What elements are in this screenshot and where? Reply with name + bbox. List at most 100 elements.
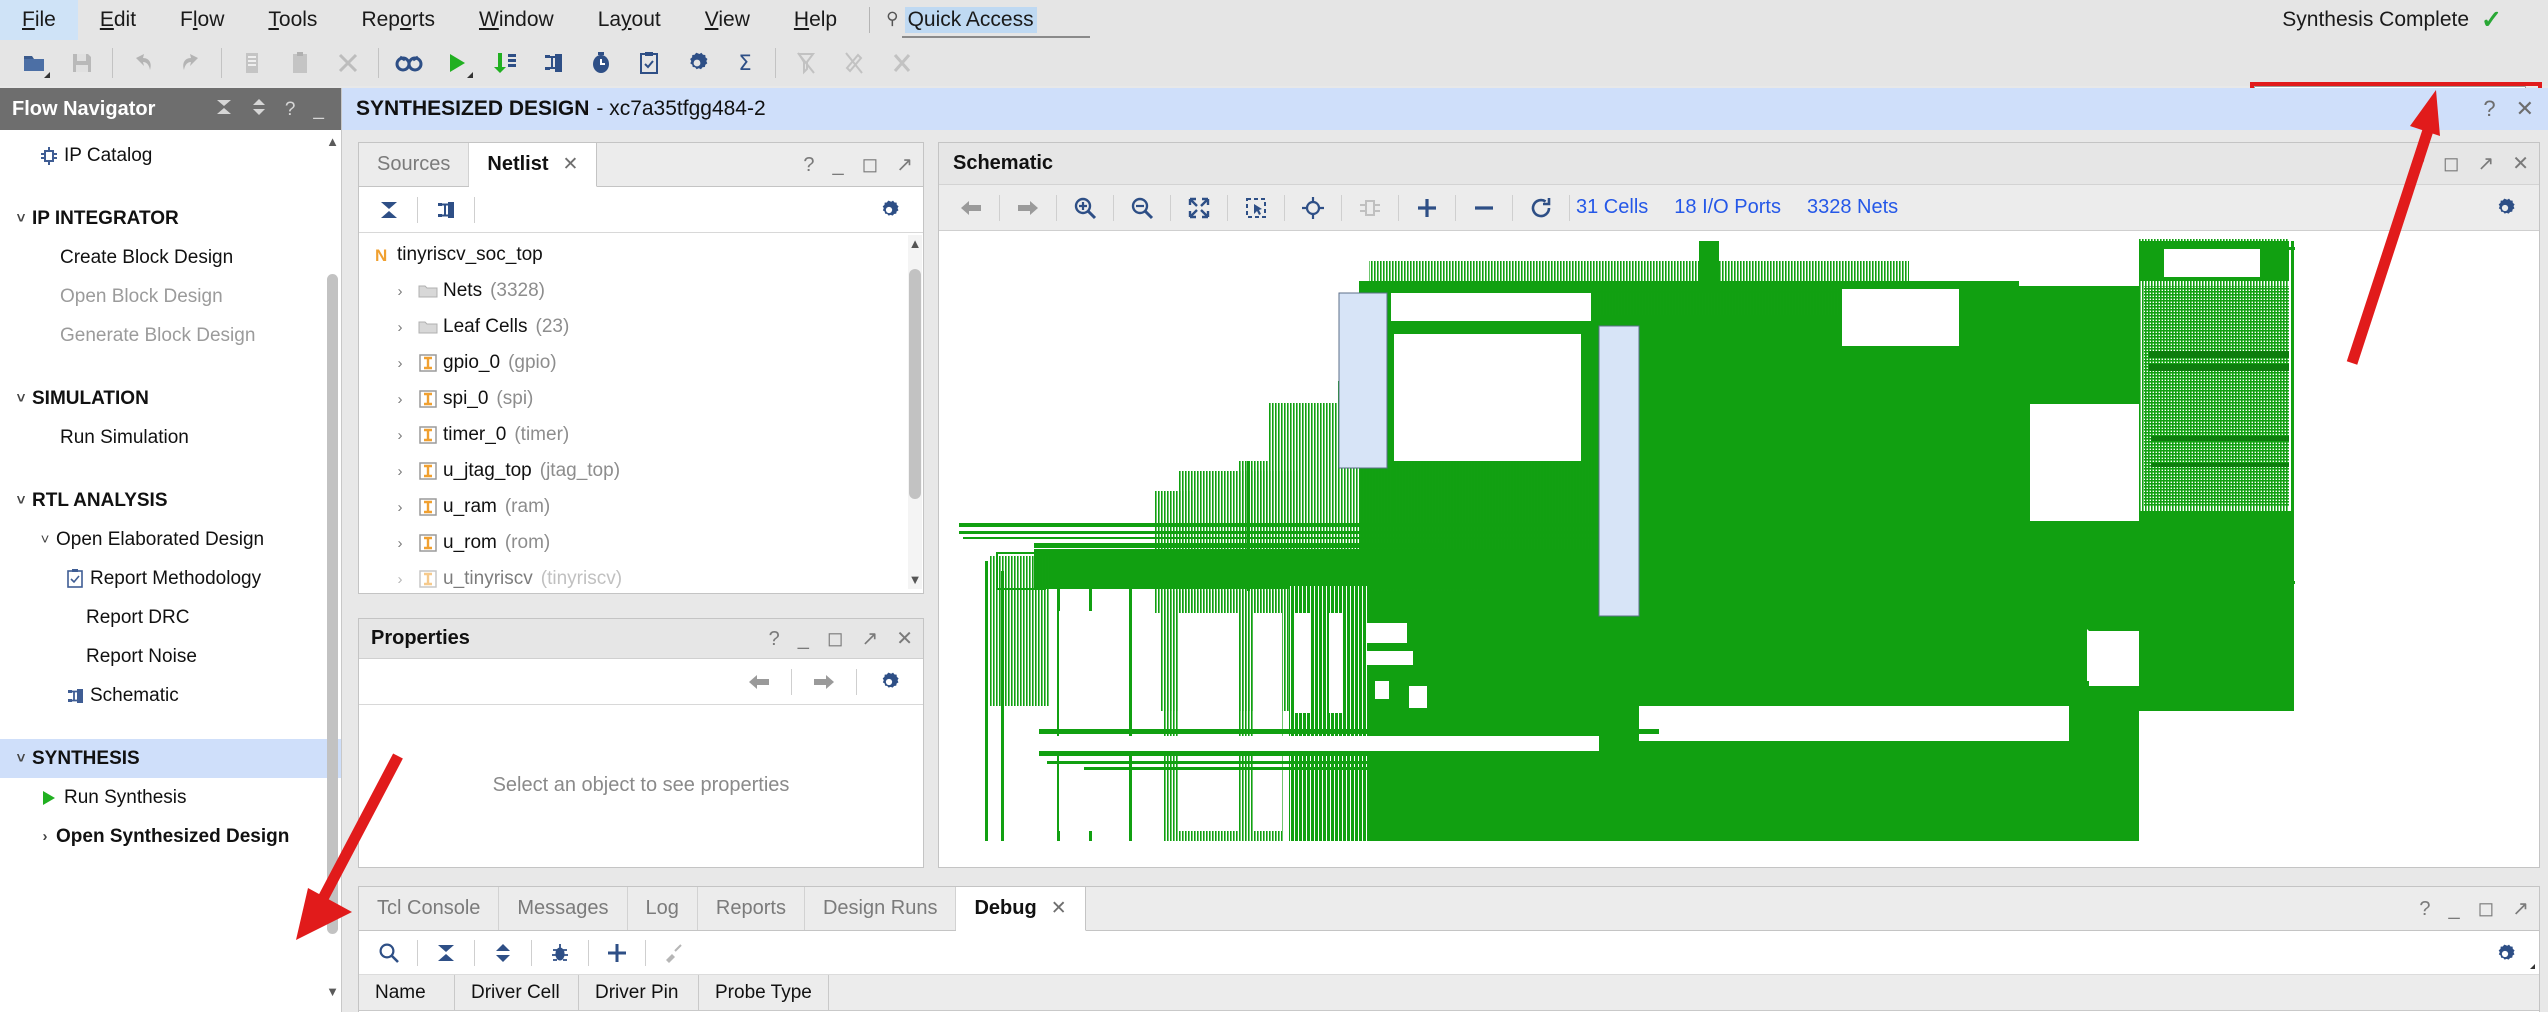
regenerate-icon[interactable] xyxy=(1519,188,1563,228)
chevron-right-icon[interactable]: › xyxy=(387,319,413,336)
scroll-thumb[interactable] xyxy=(909,269,921,499)
minimize-icon[interactable]: _ xyxy=(833,155,844,175)
schematic-stat-nets[interactable]: 3328 Nets xyxy=(1807,196,1898,219)
tree-item-top[interactable]: N tinyriscv_soc_top xyxy=(359,237,923,273)
sidebar-item-schematic[interactable]: Schematic xyxy=(0,676,341,715)
menu-window[interactable]: Window xyxy=(457,0,576,40)
settings-icon[interactable] xyxy=(2483,934,2527,974)
sidebar-item-report-methodology[interactable]: Report Methodology xyxy=(0,559,341,598)
menu-reports[interactable]: Reports xyxy=(339,0,457,40)
maximize-icon[interactable]: ◻ xyxy=(862,155,879,175)
collapse-all-icon[interactable] xyxy=(206,98,242,120)
scroll-up-icon[interactable]: ▲ xyxy=(908,235,922,253)
help-icon[interactable]: ? xyxy=(2414,154,2425,174)
chevron-right-icon[interactable]: › xyxy=(387,571,413,588)
zoom-fit-icon[interactable] xyxy=(1177,188,1221,228)
settings-icon[interactable] xyxy=(867,662,911,702)
chevron-down-icon[interactable]: ˅ xyxy=(10,210,32,227)
tab-log[interactable]: Log xyxy=(628,887,698,930)
settings-icon[interactable] xyxy=(673,41,721,85)
sidebar-section-ip-integrator[interactable]: ˅ IP INTEGRATOR xyxy=(0,199,341,238)
netlist-scrollbar[interactable]: ▲ ▼ xyxy=(908,235,922,589)
collapse-all-icon[interactable] xyxy=(424,933,468,973)
maximize-icon[interactable]: ◻ xyxy=(2478,899,2495,919)
close-icon[interactable]: ✕ xyxy=(2512,154,2529,174)
quick-access-input[interactable]: ⚲ Quick Access xyxy=(880,0,1091,40)
report-power-icon[interactable]: Σ xyxy=(721,41,769,85)
zoom-area-icon[interactable] xyxy=(1234,188,1278,228)
column-header-driver-cell[interactable]: Driver Cell xyxy=(455,975,579,1010)
minimize-icon[interactable]: _ xyxy=(304,100,333,119)
sidebar-item-report-noise[interactable]: Report Noise xyxy=(0,637,341,676)
debug-bug-icon[interactable] xyxy=(538,933,582,973)
sidebar-item-open-elaborated-design[interactable]: ˅ Open Elaborated Design xyxy=(0,520,341,559)
schematic-icon[interactable] xyxy=(424,190,468,230)
expand-all-icon[interactable] xyxy=(481,933,525,973)
menu-edit[interactable]: Edit xyxy=(78,0,158,40)
flow-navigator-scrollbar[interactable]: ▲ ▼ xyxy=(326,134,339,1000)
tab-sources[interactable]: Sources xyxy=(359,143,470,186)
chevron-right-icon[interactable]: › xyxy=(387,427,413,444)
menu-file[interactable]: File xyxy=(0,0,78,40)
chevron-right-icon[interactable]: › xyxy=(387,283,413,300)
close-icon[interactable]: ✕ xyxy=(1051,897,1067,920)
help-icon[interactable]: ? xyxy=(769,629,780,649)
schematic-icon[interactable] xyxy=(529,41,577,85)
chevron-down-icon[interactable]: ˅ xyxy=(10,750,32,767)
zoom-in-icon[interactable] xyxy=(1063,188,1107,228)
help-icon[interactable]: ? xyxy=(276,100,305,119)
schematic-stat-io-ports[interactable]: 18 I/O Ports xyxy=(1674,196,1781,219)
menu-tools[interactable]: Tools xyxy=(246,0,339,40)
collapse-all-icon[interactable] xyxy=(367,190,411,230)
tree-item-timer0[interactable]: › timer_0 (timer) xyxy=(359,417,923,453)
chevron-down-icon[interactable]: ˅ xyxy=(10,390,32,407)
run-caret-icon[interactable] xyxy=(461,72,473,78)
report-utilization-icon[interactable] xyxy=(481,41,529,85)
float-icon[interactable]: ↗ xyxy=(2477,154,2494,174)
tab-messages[interactable]: Messages xyxy=(499,887,628,930)
tree-item-tinyriscv[interactable]: › u_tinyriscv (tinyriscv) xyxy=(359,561,923,593)
chevron-down-icon[interactable]: ˅ xyxy=(34,531,56,548)
column-header-name[interactable]: Name xyxy=(359,975,455,1010)
find-icon[interactable] xyxy=(385,41,433,85)
sidebar-item-open-synthesized-design[interactable]: › Open Synthesized Design xyxy=(0,817,341,856)
expand-all-icon[interactable] xyxy=(242,98,276,120)
sidebar-item-ip-catalog[interactable]: IP Catalog xyxy=(0,136,341,175)
tab-reports[interactable]: Reports xyxy=(698,887,805,930)
tree-item-ram[interactable]: › u_ram (ram) xyxy=(359,489,923,525)
float-icon[interactable]: ↗ xyxy=(2512,899,2529,919)
maximize-icon[interactable]: ◻ xyxy=(827,629,844,649)
schematic-stat-cells[interactable]: 31 Cells xyxy=(1576,196,1648,219)
menu-help[interactable]: Help xyxy=(772,0,859,40)
tree-item-gpio0[interactable]: › gpio_0 (gpio) xyxy=(359,345,923,381)
back-icon[interactable] xyxy=(737,662,781,702)
schematic-canvas[interactable] xyxy=(939,231,2539,867)
sidebar-section-rtl-analysis[interactable]: ˅ RTL ANALYSIS xyxy=(0,481,341,520)
float-icon[interactable]: ↗ xyxy=(896,155,913,175)
chevron-right-icon[interactable]: › xyxy=(387,463,413,480)
chevron-right-icon[interactable]: › xyxy=(387,355,413,372)
report-methodology-icon[interactable] xyxy=(625,41,673,85)
tree-item-nets[interactable]: › Nets (3328) xyxy=(359,273,923,309)
help-icon[interactable]: ? xyxy=(2419,899,2430,919)
chevron-right-icon[interactable]: › xyxy=(387,391,413,408)
chevron-down-icon[interactable]: ˅ xyxy=(10,492,32,509)
minimize-icon[interactable]: _ xyxy=(798,629,809,649)
help-icon[interactable]: ? xyxy=(803,155,814,175)
column-header-driver-pin[interactable]: Driver Pin xyxy=(579,975,699,1010)
chevron-right-icon[interactable]: › xyxy=(34,828,56,845)
sidebar-item-report-drc[interactable]: Report DRC xyxy=(0,598,341,637)
add-cell-icon[interactable] xyxy=(1405,188,1449,228)
sidebar-item-run-simulation[interactable]: Run Simulation xyxy=(0,418,341,457)
forward-icon[interactable] xyxy=(802,662,846,702)
add-icon[interactable] xyxy=(595,933,2535,973)
scroll-down-icon[interactable]: ▼ xyxy=(326,984,339,1000)
minimize-icon[interactable]: _ xyxy=(2449,899,2460,919)
chevron-right-icon[interactable]: › xyxy=(387,535,413,552)
maximize-icon[interactable]: ◻ xyxy=(2443,154,2460,174)
scroll-thumb[interactable] xyxy=(327,274,338,934)
menu-flow[interactable]: Flow xyxy=(158,0,246,40)
scroll-up-icon[interactable]: ▲ xyxy=(326,134,339,150)
help-icon[interactable]: ? xyxy=(2483,98,2495,120)
close-icon[interactable]: ✕ xyxy=(2516,98,2534,120)
